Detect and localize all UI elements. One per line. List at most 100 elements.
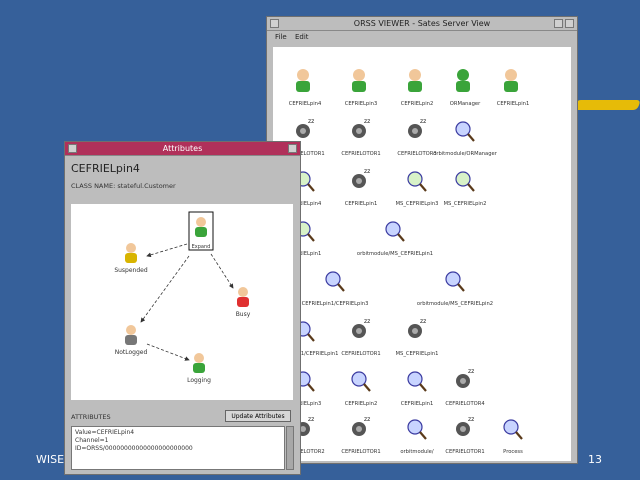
window-menu-icon[interactable] (68, 144, 77, 153)
footer-label: WISE (36, 453, 65, 466)
state-suspended-icon[interactable] (125, 243, 137, 263)
svg-text:zz: zz (364, 318, 370, 325)
object-label: orbitmodule/MS_CEFRIELpin1 (357, 251, 433, 257)
person-icon[interactable] (408, 69, 422, 92)
maximize-icon[interactable] (565, 19, 574, 28)
svg-text:zz: zz (420, 318, 426, 325)
svg-text:zz: zz (364, 168, 370, 175)
gear-icon[interactable]: zz (456, 416, 474, 436)
object-label: MS_CEFRIELpin1 (396, 351, 439, 357)
state-notlogged-label: NotLogged (115, 349, 148, 356)
gear-icon[interactable]: zz (456, 368, 474, 388)
gear-icon[interactable]: zz (352, 168, 370, 188)
object-label: CEFRIELOTOR1 (341, 351, 380, 357)
edge-expand-notlogged (140, 255, 190, 323)
object-label: MS_CEFRIELpin2 (444, 201, 487, 207)
person-icon[interactable] (504, 69, 518, 92)
viewer-title-bar[interactable]: ORSS VIEWER - Sates Server View (267, 17, 577, 31)
object-label: orbitmodule/MS_CEFRIELpin2 (417, 301, 493, 307)
svg-text:zz: zz (420, 118, 426, 125)
update-attributes-button[interactable]: Update Attributes (225, 410, 291, 422)
object-label: ORManager (450, 101, 481, 107)
viewer-window: ORSS VIEWER - Sates Server View File Edi… (266, 16, 578, 464)
gear-icon[interactable]: zz (352, 416, 370, 436)
minimize-icon[interactable] (554, 19, 563, 28)
state-notlogged-icon[interactable] (125, 325, 137, 345)
object-label: CEFRIELOTOR1 (341, 151, 380, 157)
state-suspended-label: Suspended (114, 267, 148, 274)
person-icon[interactable] (352, 69, 366, 92)
orss-magnifier-icon[interactable] (445, 271, 465, 292)
object-label: orbitmodule/ORManager (433, 151, 498, 157)
attribute-line: ID=ORSS/00000000000000000000000 (75, 445, 193, 452)
class-name: CLASS NAME: stateful.Customer (71, 182, 176, 190)
object-label: CEFRIELOTOR4 (445, 401, 485, 407)
svg-text:zz: zz (468, 416, 474, 423)
object-name: CEFRIELpin4 (71, 162, 140, 175)
gear-icon[interactable]: zz (408, 318, 426, 338)
object-label: CEFRIELOTOR3 (397, 151, 436, 157)
attributes-label: ATTRIBUTES (71, 413, 111, 421)
attributes-textarea[interactable]: Value=CEFRIELpin4 Channel=1 ID=ORSS/0000… (71, 426, 285, 470)
attributes-title: Attributes (162, 144, 203, 153)
object-label: MS_CEFRIELpin3 (396, 201, 439, 207)
accent-stroke (573, 100, 640, 110)
orss-magnifier-icon[interactable] (325, 271, 345, 292)
state-logging-label: Logging (187, 377, 211, 384)
object-label: CEFRIELOTOR1 (341, 449, 380, 455)
orss-magnifier-icon[interactable] (503, 419, 523, 440)
orss-magnifier-icon[interactable] (407, 371, 427, 392)
page-number: 13 (588, 453, 602, 466)
state-busy-label: Busy (236, 311, 251, 318)
viewer-menubar: File Edit (267, 31, 577, 43)
gear-icon[interactable]: zz (352, 318, 370, 338)
gear-icon[interactable]: zz (296, 118, 314, 138)
object-label: CEFRIELOTOR1 (445, 449, 484, 455)
gear-icon[interactable]: zz (408, 118, 426, 138)
gear-icon[interactable]: zz (352, 118, 370, 138)
active-magnifier-icon[interactable] (455, 171, 475, 192)
person-icon[interactable] (296, 69, 310, 92)
edge-expand-busy (210, 253, 234, 289)
attributes-title-bar[interactable]: Attributes (65, 142, 300, 156)
svg-text:zz: zz (364, 416, 370, 423)
object-label: CEFRIELpin2 (345, 401, 378, 407)
orss-magnifier-icon[interactable] (407, 419, 427, 440)
attribute-line: Value=CEFRIELpin4 (75, 429, 135, 436)
object-label: CEFRIELpin1 (401, 401, 434, 407)
object-label: CEFRIELpin3 (345, 101, 378, 107)
viewer-title: ORSS VIEWER - Sates Server View (353, 19, 491, 28)
object-label: CEFRIELpin2 (401, 101, 434, 107)
attribute-line: Channel=1 (75, 437, 109, 444)
state-diagram-svg: Expand Suspended Busy NotLogged Logging (114, 211, 251, 384)
attributes-scrollbar[interactable] (286, 426, 294, 470)
object-label: CEFRIELpin1 (497, 101, 530, 107)
active-magnifier-icon[interactable] (407, 171, 427, 192)
object-label: CEFRIELpin1 (345, 201, 378, 207)
viewer-icons: CEFRIELpin4 CEFRIELpin3 CEFRIELpin2 ORManag… (272, 69, 530, 455)
object-label: Process (503, 449, 523, 455)
state-busy-icon[interactable] (237, 287, 249, 307)
menu-file[interactable]: File (275, 33, 287, 41)
edge-notlogged-logging (146, 343, 190, 361)
svg-text:zz: zz (308, 416, 314, 423)
window-menu-icon[interactable] (270, 19, 279, 28)
svg-text:zz: zz (364, 118, 370, 125)
menu-edit[interactable]: Edit (295, 33, 309, 41)
state-expand-label: Expand (192, 244, 211, 250)
attributes-window: Attributes CEFRIELpin4 CLASS NAME: state… (64, 141, 301, 475)
viewer-canvas: CEFRIELpin4 CEFRIELpin3 CEFRIELpin2 ORManag… (272, 47, 571, 461)
orss-magnifier-icon[interactable] (455, 121, 475, 142)
edge-expand-suspended (146, 243, 188, 258)
svg-text:zz: zz (308, 118, 314, 125)
state-expand-icon[interactable] (195, 217, 207, 237)
person-icon[interactable] (456, 69, 470, 92)
close-icon[interactable] (288, 144, 297, 153)
state-diagram: Expand Suspended Busy NotLogged Logging (71, 204, 293, 400)
svg-text:zz: zz (468, 368, 474, 375)
orss-magnifier-icon[interactable] (385, 221, 405, 242)
object-label: orbitmodule/ (400, 449, 434, 455)
state-logging-icon[interactable] (193, 353, 205, 373)
object-label: CEFRIELpin4 (289, 101, 322, 107)
orss-magnifier-icon[interactable] (351, 371, 371, 392)
